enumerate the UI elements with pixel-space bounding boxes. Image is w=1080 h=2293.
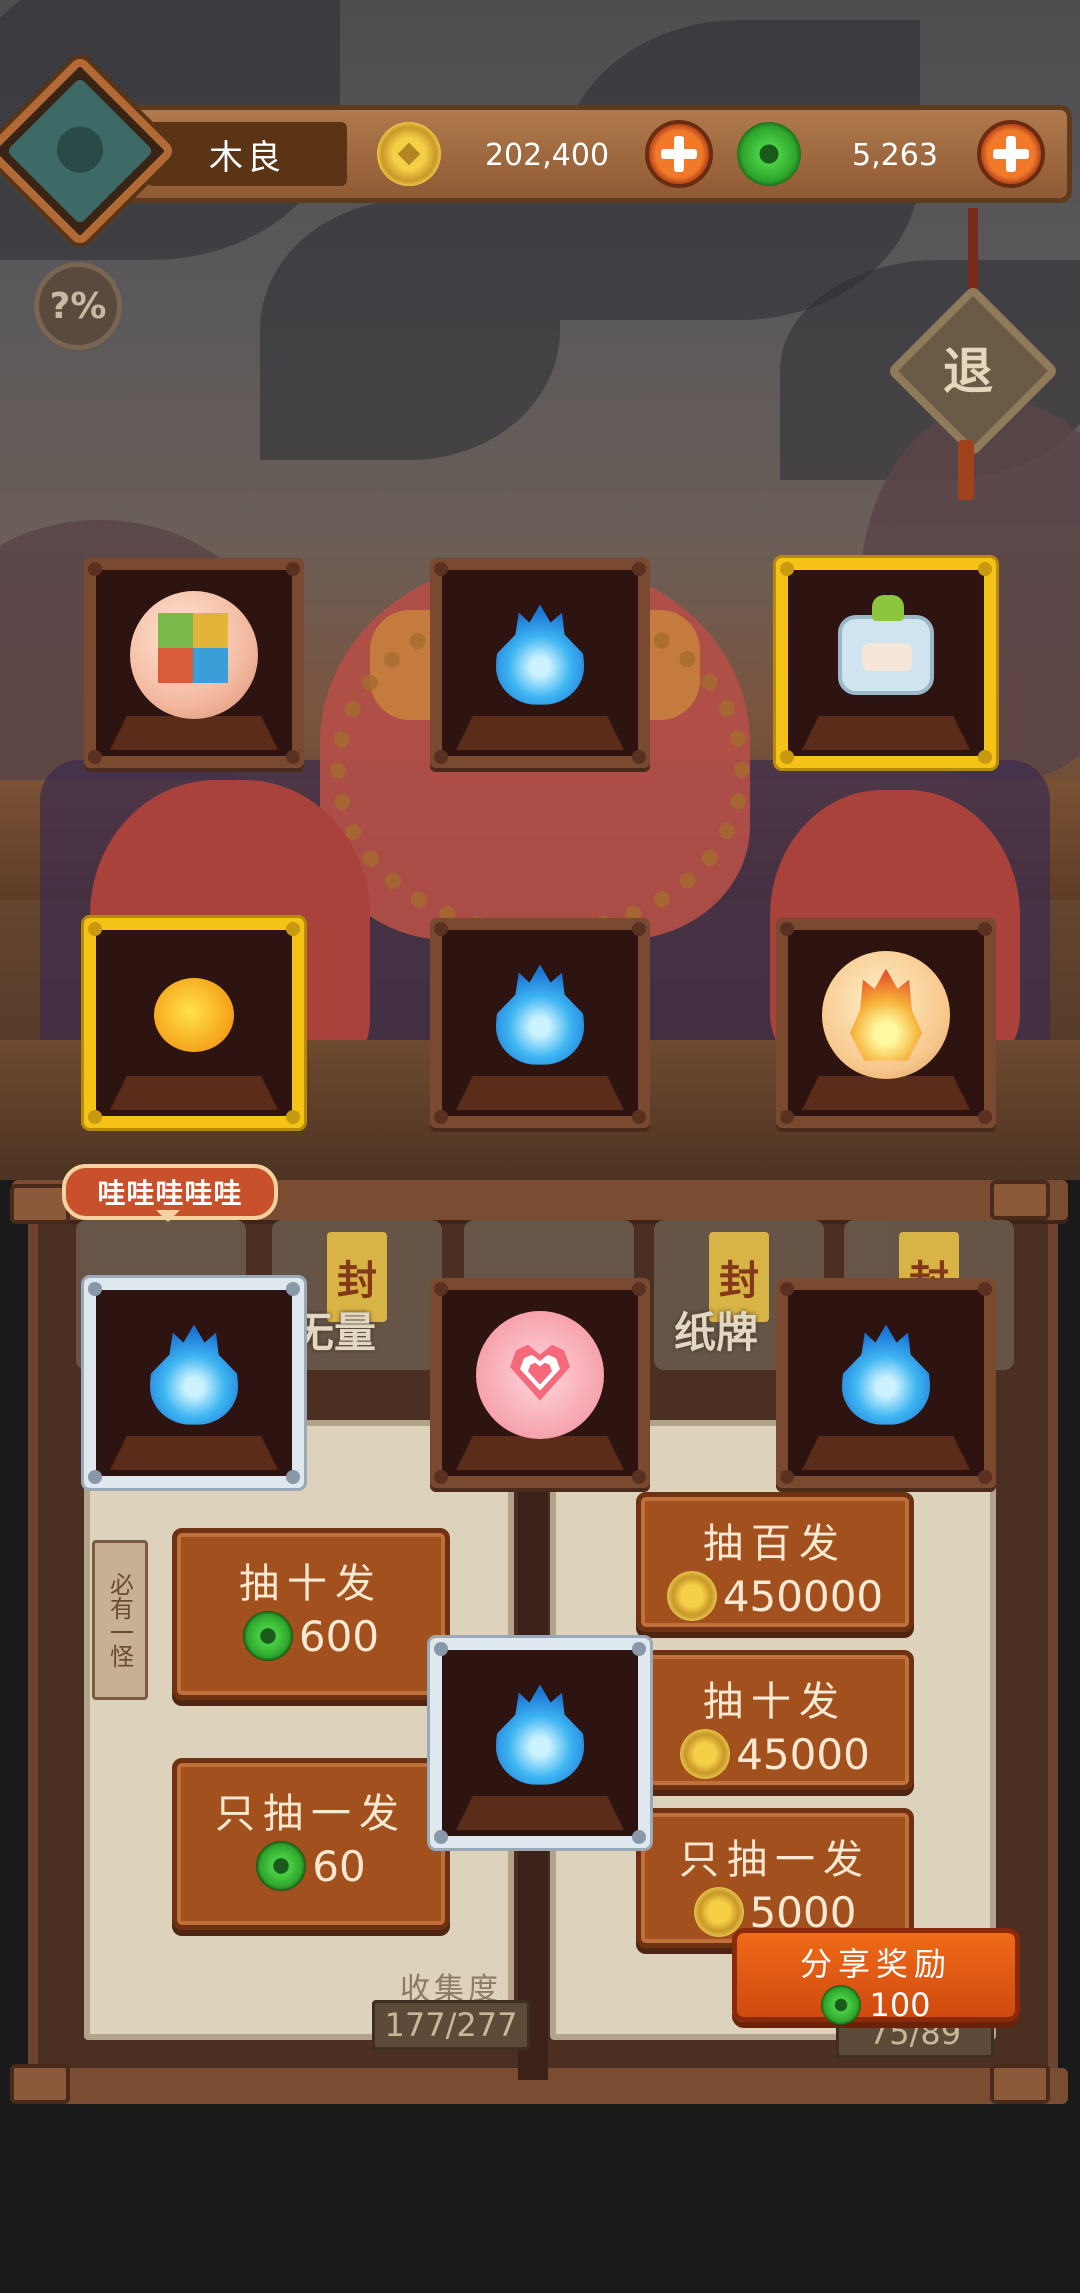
reward-card[interactable]: [430, 558, 650, 768]
reward-card[interactable]: [776, 918, 996, 1128]
reward-card[interactable]: [84, 1278, 304, 1488]
tab-label: 无量: [292, 1308, 377, 1357]
panel-corner: [990, 2064, 1050, 2104]
share-label: 分享奖励: [799, 1945, 952, 1983]
reward-card[interactable]: [84, 558, 304, 768]
pull-price: 450000: [722, 1571, 884, 1621]
pull-ten-jade-button[interactable]: 抽十发 600: [172, 1528, 450, 1700]
background-foliage: [260, 200, 560, 460]
pull-hundred-gold-button[interactable]: 抽百发 450000: [636, 1492, 914, 1632]
jade-coin-icon: [821, 1985, 862, 2025]
probability-help-button[interactable]: ?%: [34, 262, 122, 350]
top-resource-bar: 木良 202,400 5,263: [82, 105, 1072, 203]
pull-price: 45000: [736, 1729, 870, 1779]
reward-card[interactable]: [430, 1278, 650, 1488]
tab-label: 纸牌: [674, 1308, 759, 1357]
robot-toy-icon: [838, 594, 934, 695]
jade-coin-icon: [256, 1841, 307, 1891]
gold-coin-icon: [377, 122, 441, 186]
reward-card[interactable]: [776, 1278, 996, 1488]
gold-coin-icon: [680, 1729, 731, 1779]
pull-label: 只抽一发: [679, 1837, 871, 1883]
pull-price: 600: [298, 1611, 380, 1661]
fire-orb-icon: [822, 950, 950, 1079]
gold-coin-icon: [666, 1571, 717, 1621]
pull-label: 抽百发: [703, 1521, 847, 1567]
jade-coin-icon: [242, 1611, 293, 1661]
add-gold-button[interactable]: [645, 120, 713, 188]
jade-coin-icon: [737, 122, 801, 186]
rainbow-cube-orb-icon: [130, 590, 258, 719]
add-jade-button[interactable]: [977, 120, 1045, 188]
pull-one-jade-button[interactable]: 只抽一发 60: [172, 1758, 450, 1930]
pull-price: 60: [312, 1841, 366, 1891]
fire-chick-icon: [154, 977, 234, 1052]
pull-label: 只抽一发: [215, 1791, 407, 1837]
player-name: 木良: [147, 122, 347, 186]
jade-amount: 5,263: [852, 138, 938, 173]
pagoda-icon: [57, 126, 103, 173]
share-reward-button[interactable]: 分享奖励 100: [732, 1928, 1020, 2025]
share-amount: 100: [869, 1986, 931, 2024]
pull-label: 抽十发: [703, 1679, 847, 1725]
exit-tassel: [958, 440, 974, 500]
heart-orb-icon: [476, 1310, 604, 1439]
panel-corner: [990, 1180, 1050, 1220]
pull-one-gold-button[interactable]: 只抽一发 5000: [636, 1808, 914, 1948]
panel-corner: [10, 2064, 70, 2104]
pull-label: 抽十发: [239, 1561, 383, 1607]
exit-label: 退: [943, 342, 994, 401]
gold-amount: 202,400: [484, 138, 610, 173]
collection-counter-left: 177/277: [372, 2000, 530, 2050]
reward-card[interactable]: [430, 918, 650, 1128]
speech-badge: 哇哇哇哇哇: [62, 1164, 278, 1222]
guarantee-tag: 必有一怪: [92, 1540, 148, 1700]
panel-corner: [10, 1184, 70, 1224]
reward-card[interactable]: [84, 918, 304, 1128]
reward-card[interactable]: [776, 558, 996, 768]
pull-ten-gold-button[interactable]: 抽十发 45000: [636, 1650, 914, 1790]
reward-card[interactable]: [430, 1638, 650, 1848]
